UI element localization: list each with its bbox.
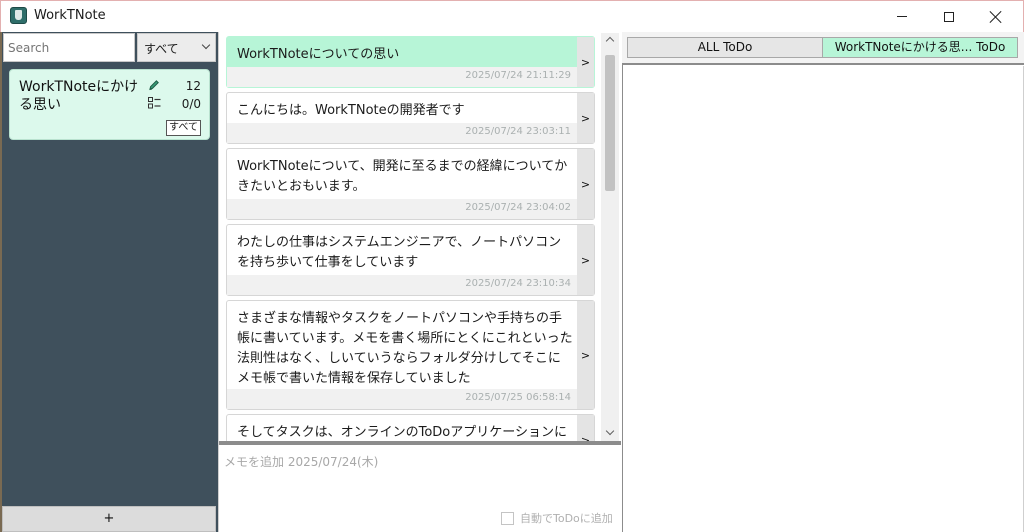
memo-open-button[interactable]: >	[577, 301, 594, 409]
tab-note-todo[interactable]: WorkTNoteにかける思... ToDo	[822, 37, 1018, 58]
memo-footer: 2025/07/25 06:58:14	[227, 389, 579, 409]
chevron-down-icon[interactable]	[605, 426, 615, 436]
memo-footer: 2025/07/24 21:11:29	[227, 67, 579, 87]
memo-text: さまざまな情報やタスクをノートパソコンや手持ちの手帳に書いています。メモを書く場…	[237, 311, 573, 386]
memo-date: 2025/07/24 23:10:34	[465, 278, 571, 289]
todo-tabs: ALL ToDo WorkTNoteにかける思... ToDo	[622, 32, 1024, 65]
memo-open-button[interactable]: >	[577, 225, 594, 295]
memo-scrollbar[interactable]	[601, 33, 619, 441]
memo-item[interactable]: わたしの仕事はシステムエンジニアで、ノートパソコンを持ち歩いて仕事をしています …	[226, 224, 595, 296]
memo-open-button[interactable]: >	[577, 415, 594, 442]
memo-footer: 2025/07/24 23:10:34	[227, 275, 579, 295]
note-title: WorkTNoteにかける思い	[19, 79, 139, 113]
chevron-down-icon	[201, 40, 211, 50]
scroll-thumb[interactable]	[605, 55, 615, 191]
minimize-button[interactable]	[879, 1, 925, 32]
memo-text: WorkTNoteについての思い	[237, 47, 400, 62]
memo-text: こんにちは。WorkTNoteの開発者です	[237, 103, 465, 118]
pencil-icon	[149, 80, 159, 91]
memo-footer: 2025/07/24 23:04:02	[227, 199, 579, 219]
auto-todo-option[interactable]: 自動でToDoに追加	[501, 510, 613, 526]
memo-date: 2025/07/25 06:58:14	[465, 392, 571, 403]
memo-open-button[interactable]: >	[577, 37, 594, 87]
close-icon	[990, 11, 1002, 23]
memo-count: 12	[185, 79, 201, 93]
close-button[interactable]	[973, 1, 1019, 32]
memo-open-button[interactable]: >	[577, 149, 594, 219]
note-card[interactable]: WorkTNoteにかける思い 12 0/0 すべて	[9, 69, 210, 140]
tab-all-todo[interactable]: ALL ToDo	[627, 37, 823, 58]
memo-item[interactable]: そしてタスクは、オンラインのToDoアプリケーションに追加し、ど >	[226, 414, 595, 442]
memo-item[interactable]: さまざまな情報やタスクをノートパソコンや手持ちの手帳に書いています。メモを書く場…	[226, 300, 595, 410]
window-title: WorkTNote	[34, 8, 106, 23]
filter-dropdown[interactable]: すべて	[137, 33, 216, 62]
auto-todo-label: 自動でToDoに追加	[520, 512, 613, 525]
maximize-button[interactable]	[926, 1, 972, 32]
title-bar: WorkTNote	[0, 0, 1024, 32]
memo-open-button[interactable]: >	[577, 93, 594, 143]
memo-item[interactable]: こんにちは。WorkTNoteの開発者です 2025/07/24 23:03:1…	[226, 92, 595, 144]
todo-progress: 0/0	[181, 97, 201, 111]
auto-todo-checkbox[interactable]	[501, 511, 514, 525]
todo-pane	[622, 32, 1024, 532]
chevron-up-icon[interactable]	[605, 36, 615, 46]
sidebar-edge	[0, 32, 2, 532]
filter-selected-value: すべて	[144, 42, 179, 56]
minimize-icon	[897, 16, 907, 17]
search-input[interactable]	[3, 33, 135, 62]
memo-text: わたしの仕事はシステムエンジニアで、ノートパソコンを持ち歩いて仕事をしています	[237, 235, 562, 270]
memo-date: 2025/07/24 23:03:11	[465, 126, 571, 137]
memo-date: 2025/07/24 21:11:29	[465, 70, 571, 81]
memo-input-placeholder: メモを追加 2025/07/24(木)	[224, 455, 379, 469]
note-all-button[interactable]: すべて	[166, 120, 201, 136]
maximize-icon	[944, 11, 954, 22]
memo-item[interactable]: WorkTNoteについての思い 2025/07/24 21:11:29 >	[226, 36, 595, 88]
memo-footer: 2025/07/24 23:03:11	[227, 123, 579, 143]
add-note-button[interactable]: +	[2, 506, 216, 532]
memo-text: そしてタスクは、オンラインのToDoアプリケーションに追加し、ど	[237, 425, 567, 440]
memo-list: WorkTNoteについての思い 2025/07/24 21:11:29 > こ…	[219, 32, 601, 442]
memo-date: 2025/07/24 23:04:02	[465, 202, 571, 213]
memo-text: WorkTNoteについて、開発に至るまでの経緯についてかきたいとおもいます。	[237, 159, 568, 194]
app-icon	[10, 7, 27, 24]
memo-item[interactable]: WorkTNoteについて、開発に至るまでの経緯についてかきたいとおもいます。 …	[226, 148, 595, 220]
todo-list-icon	[148, 97, 161, 109]
